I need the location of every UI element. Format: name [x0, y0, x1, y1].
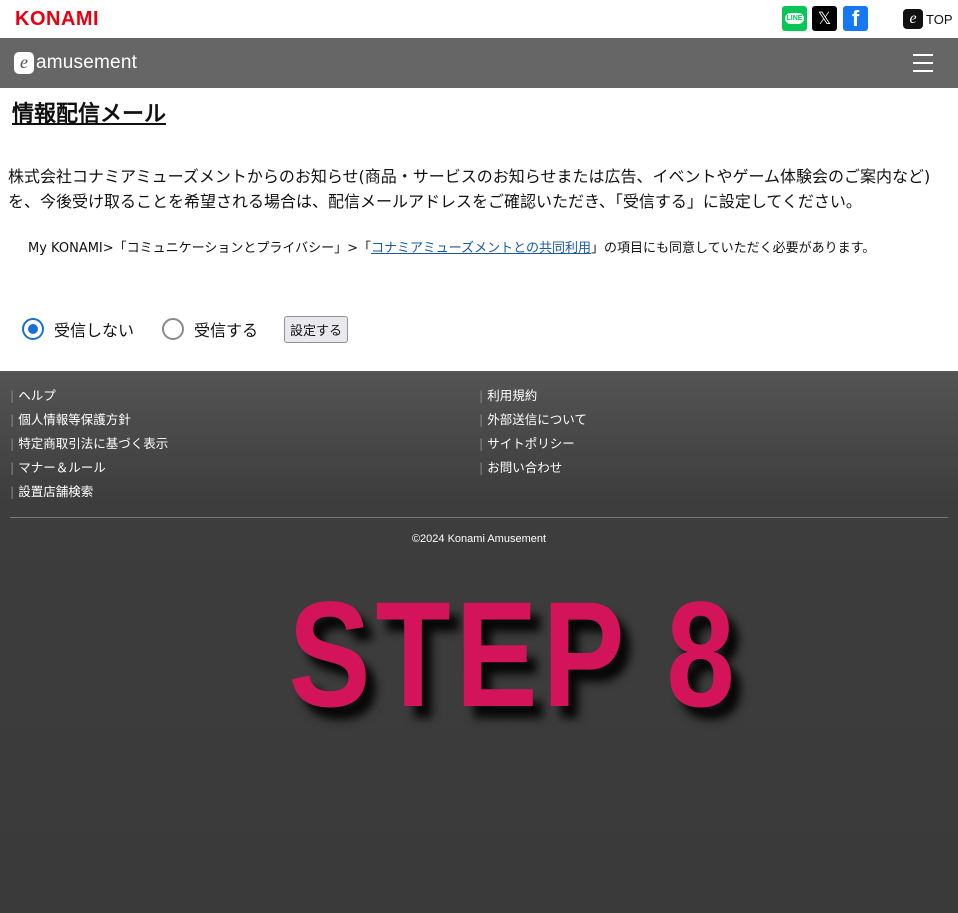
receive-setting-form: 受信しない 受信する 設定する	[22, 315, 349, 343]
page-title: 情報配信メール	[12, 102, 167, 127]
eamusement-logo-icon: e	[14, 52, 34, 74]
footer-links-left: | ヘルプ | 個人情報等保護方針 | 特定商取引法に基づく表示 | マナー＆ルール |…	[10, 385, 168, 505]
eamusement-logo-text: amusement	[36, 52, 138, 73]
footer-link-site-policy[interactable]: | サイトポリシー	[479, 433, 587, 457]
top-link-label: TOP	[926, 11, 953, 27]
radio-do-not-receive[interactable]: 受信しない	[22, 317, 134, 341]
main-content: 情報配信メール 株式会社コナミアミューズメントからのお知らせ(商品・サービスのお…	[0, 88, 958, 371]
eamusement-logo[interactable]: e amusement	[14, 52, 137, 74]
joint-use-link[interactable]: コナミアミューズメントとの共同利用	[371, 241, 591, 256]
konami-logo[interactable]: KONAMI	[15, 8, 99, 31]
site-footer: | ヘルプ | 個人情報等保護方針 | 特定商取引法に基づく表示 | マナー＆ルール |…	[0, 371, 958, 913]
footer-link-external-transmission[interactable]: | 外部送信について	[479, 409, 587, 433]
footer-link-privacy-policy[interactable]: | 個人情報等保護方針	[10, 409, 168, 433]
footer-links-right: | 利用規約 | 外部送信について | サイトポリシー | お問い合わせ	[479, 385, 587, 481]
footer-link-manners-rules[interactable]: | マナー＆ルール	[10, 457, 168, 481]
radio-receive[interactable]: 受信する	[162, 317, 258, 341]
top-bar: KONAMI LINE 𝕏 f e TOP	[0, 0, 958, 38]
eamusement-e-icon: e	[903, 9, 923, 29]
radio-label: 受信しない	[54, 321, 135, 340]
consent-suffix: 」の項目にも同意していただく必要があります。	[591, 241, 876, 256]
radio-circle[interactable]	[162, 318, 185, 340]
step-overlay-text: STEP 8	[288, 569, 740, 738]
radio-label: 受信する	[194, 321, 259, 340]
set-button[interactable]: 設定する	[284, 315, 349, 343]
footer-divider	[10, 517, 948, 518]
x-icon[interactable]: 𝕏	[812, 6, 837, 31]
footer-link-terms[interactable]: | 利用規約	[479, 385, 587, 409]
hamburger-menu-icon[interactable]	[913, 54, 933, 72]
footer-link-contact[interactable]: | お問い合わせ	[479, 457, 587, 481]
facebook-icon[interactable]: f	[843, 6, 868, 31]
line-icon[interactable]: LINE	[782, 6, 807, 31]
footer-link-commercial-law[interactable]: | 特定商取引法に基づく表示	[10, 433, 168, 457]
consent-prefix: My KONAMI>「コミュニケーションとプライバシー」>「	[28, 241, 372, 256]
eamusement-top-link[interactable]: e TOP	[903, 9, 953, 29]
site-header: e amusement	[0, 38, 958, 88]
consent-note: My KONAMI>「コミュニケーションとプライバシー」>「コナミアミューズメン…	[28, 237, 875, 256]
line-icon-label: LINE	[784, 13, 805, 24]
radio-circle-checked[interactable]	[22, 318, 44, 340]
description-text: 株式会社コナミアミューズメントからのお知らせ(商品・サービスのお知らせまたは広告…	[8, 167, 931, 211]
copyright: ©2024 Konami Amusement	[411, 533, 547, 545]
step-overlay: STEP 8	[0, 549, 958, 759]
footer-link-store-search[interactable]: | 設置店舗検索	[10, 481, 168, 505]
footer-link-help[interactable]: | ヘルプ	[10, 385, 168, 409]
